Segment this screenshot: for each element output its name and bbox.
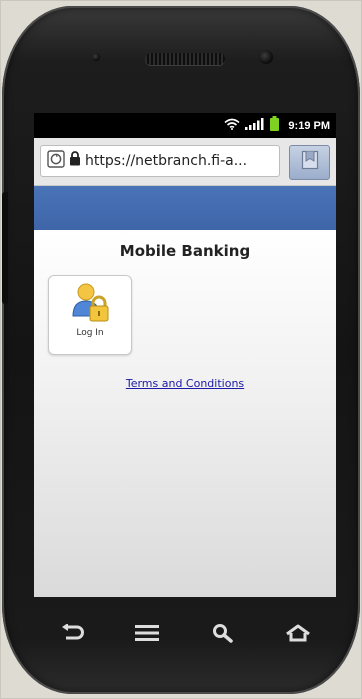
signal-icon xyxy=(245,117,265,135)
battery-icon xyxy=(270,115,280,136)
page-title: Mobile Banking xyxy=(119,242,251,260)
volume-button[interactable] xyxy=(2,192,8,304)
page-content: Mobile Banking Log In Terms and Conditio… xyxy=(34,230,336,597)
site-header-bar xyxy=(34,186,336,230)
search-button[interactable] xyxy=(203,620,243,650)
terms-and-conditions-link[interactable]: Terms and Conditions xyxy=(34,377,336,390)
phone-screen: 9:19 PM https://netbranch.fi-a... Mobile… xyxy=(34,113,336,597)
earpiece-speaker xyxy=(145,53,225,65)
proximity-sensor xyxy=(92,53,100,61)
bookmark-icon xyxy=(301,150,319,175)
wifi-icon xyxy=(224,117,240,135)
url-field[interactable]: https://netbranch.fi-a... xyxy=(40,145,280,177)
search-icon xyxy=(212,623,234,648)
bookmark-button[interactable] xyxy=(289,145,330,180)
menu-icon xyxy=(135,624,160,646)
status-time: 9:19 PM xyxy=(288,119,330,132)
front-camera xyxy=(259,50,273,64)
user-lock-icon xyxy=(71,282,111,329)
login-button[interactable]: Log In xyxy=(48,275,132,355)
back-icon xyxy=(60,622,84,647)
back-button[interactable] xyxy=(52,620,92,650)
lock-icon xyxy=(69,151,81,171)
url-text: https://netbranch.fi-a... xyxy=(85,153,248,169)
login-label: Log In xyxy=(76,328,104,338)
home-button[interactable] xyxy=(278,620,318,650)
browser-url-bar: https://netbranch.fi-a... xyxy=(34,138,336,186)
home-icon xyxy=(285,624,311,647)
android-nav-bar xyxy=(34,610,336,660)
status-bar: 9:19 PM xyxy=(34,113,336,138)
browser-page-icon xyxy=(47,149,65,173)
menu-button[interactable] xyxy=(127,620,167,650)
